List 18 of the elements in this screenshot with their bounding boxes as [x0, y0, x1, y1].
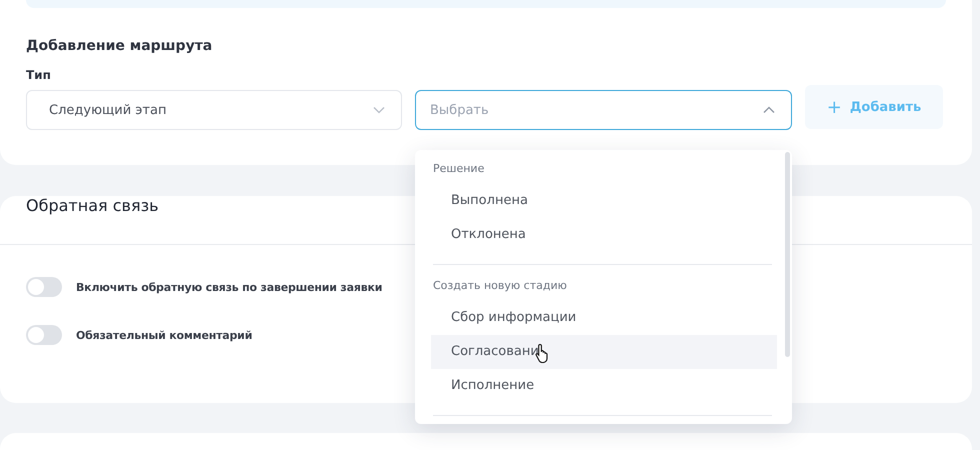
toggle-label: Обязательный комментарий — [76, 328, 252, 342]
group-header: Создать новую стадию — [433, 279, 568, 293]
section-title: Обратная связь — [26, 196, 159, 217]
toggle-label: Включить обратную связь по завершении заявки — [76, 280, 382, 294]
toggle-switch[interactable] — [26, 277, 62, 297]
dropdown-option[interactable]: Выполнена — [431, 184, 777, 218]
section-title: Добавление маршрута — [26, 38, 214, 54]
group-header: Решение — [433, 162, 486, 176]
dropdown-option[interactable]: Согласовани — [431, 335, 777, 369]
chevron-up-icon — [763, 106, 775, 114]
toggle-switch[interactable] — [26, 325, 62, 345]
chevron-down-icon — [373, 106, 385, 114]
type-select[interactable]: Следующий этап — [26, 90, 402, 130]
field-label: Тип — [26, 68, 52, 82]
scrollbar[interactable] — [785, 152, 790, 357]
dropdown-option[interactable]: Исполнение — [431, 369, 777, 403]
dropdown-option[interactable]: Отклонена — [431, 218, 777, 252]
dropdown-option[interactable]: Сбор информации — [431, 301, 777, 335]
